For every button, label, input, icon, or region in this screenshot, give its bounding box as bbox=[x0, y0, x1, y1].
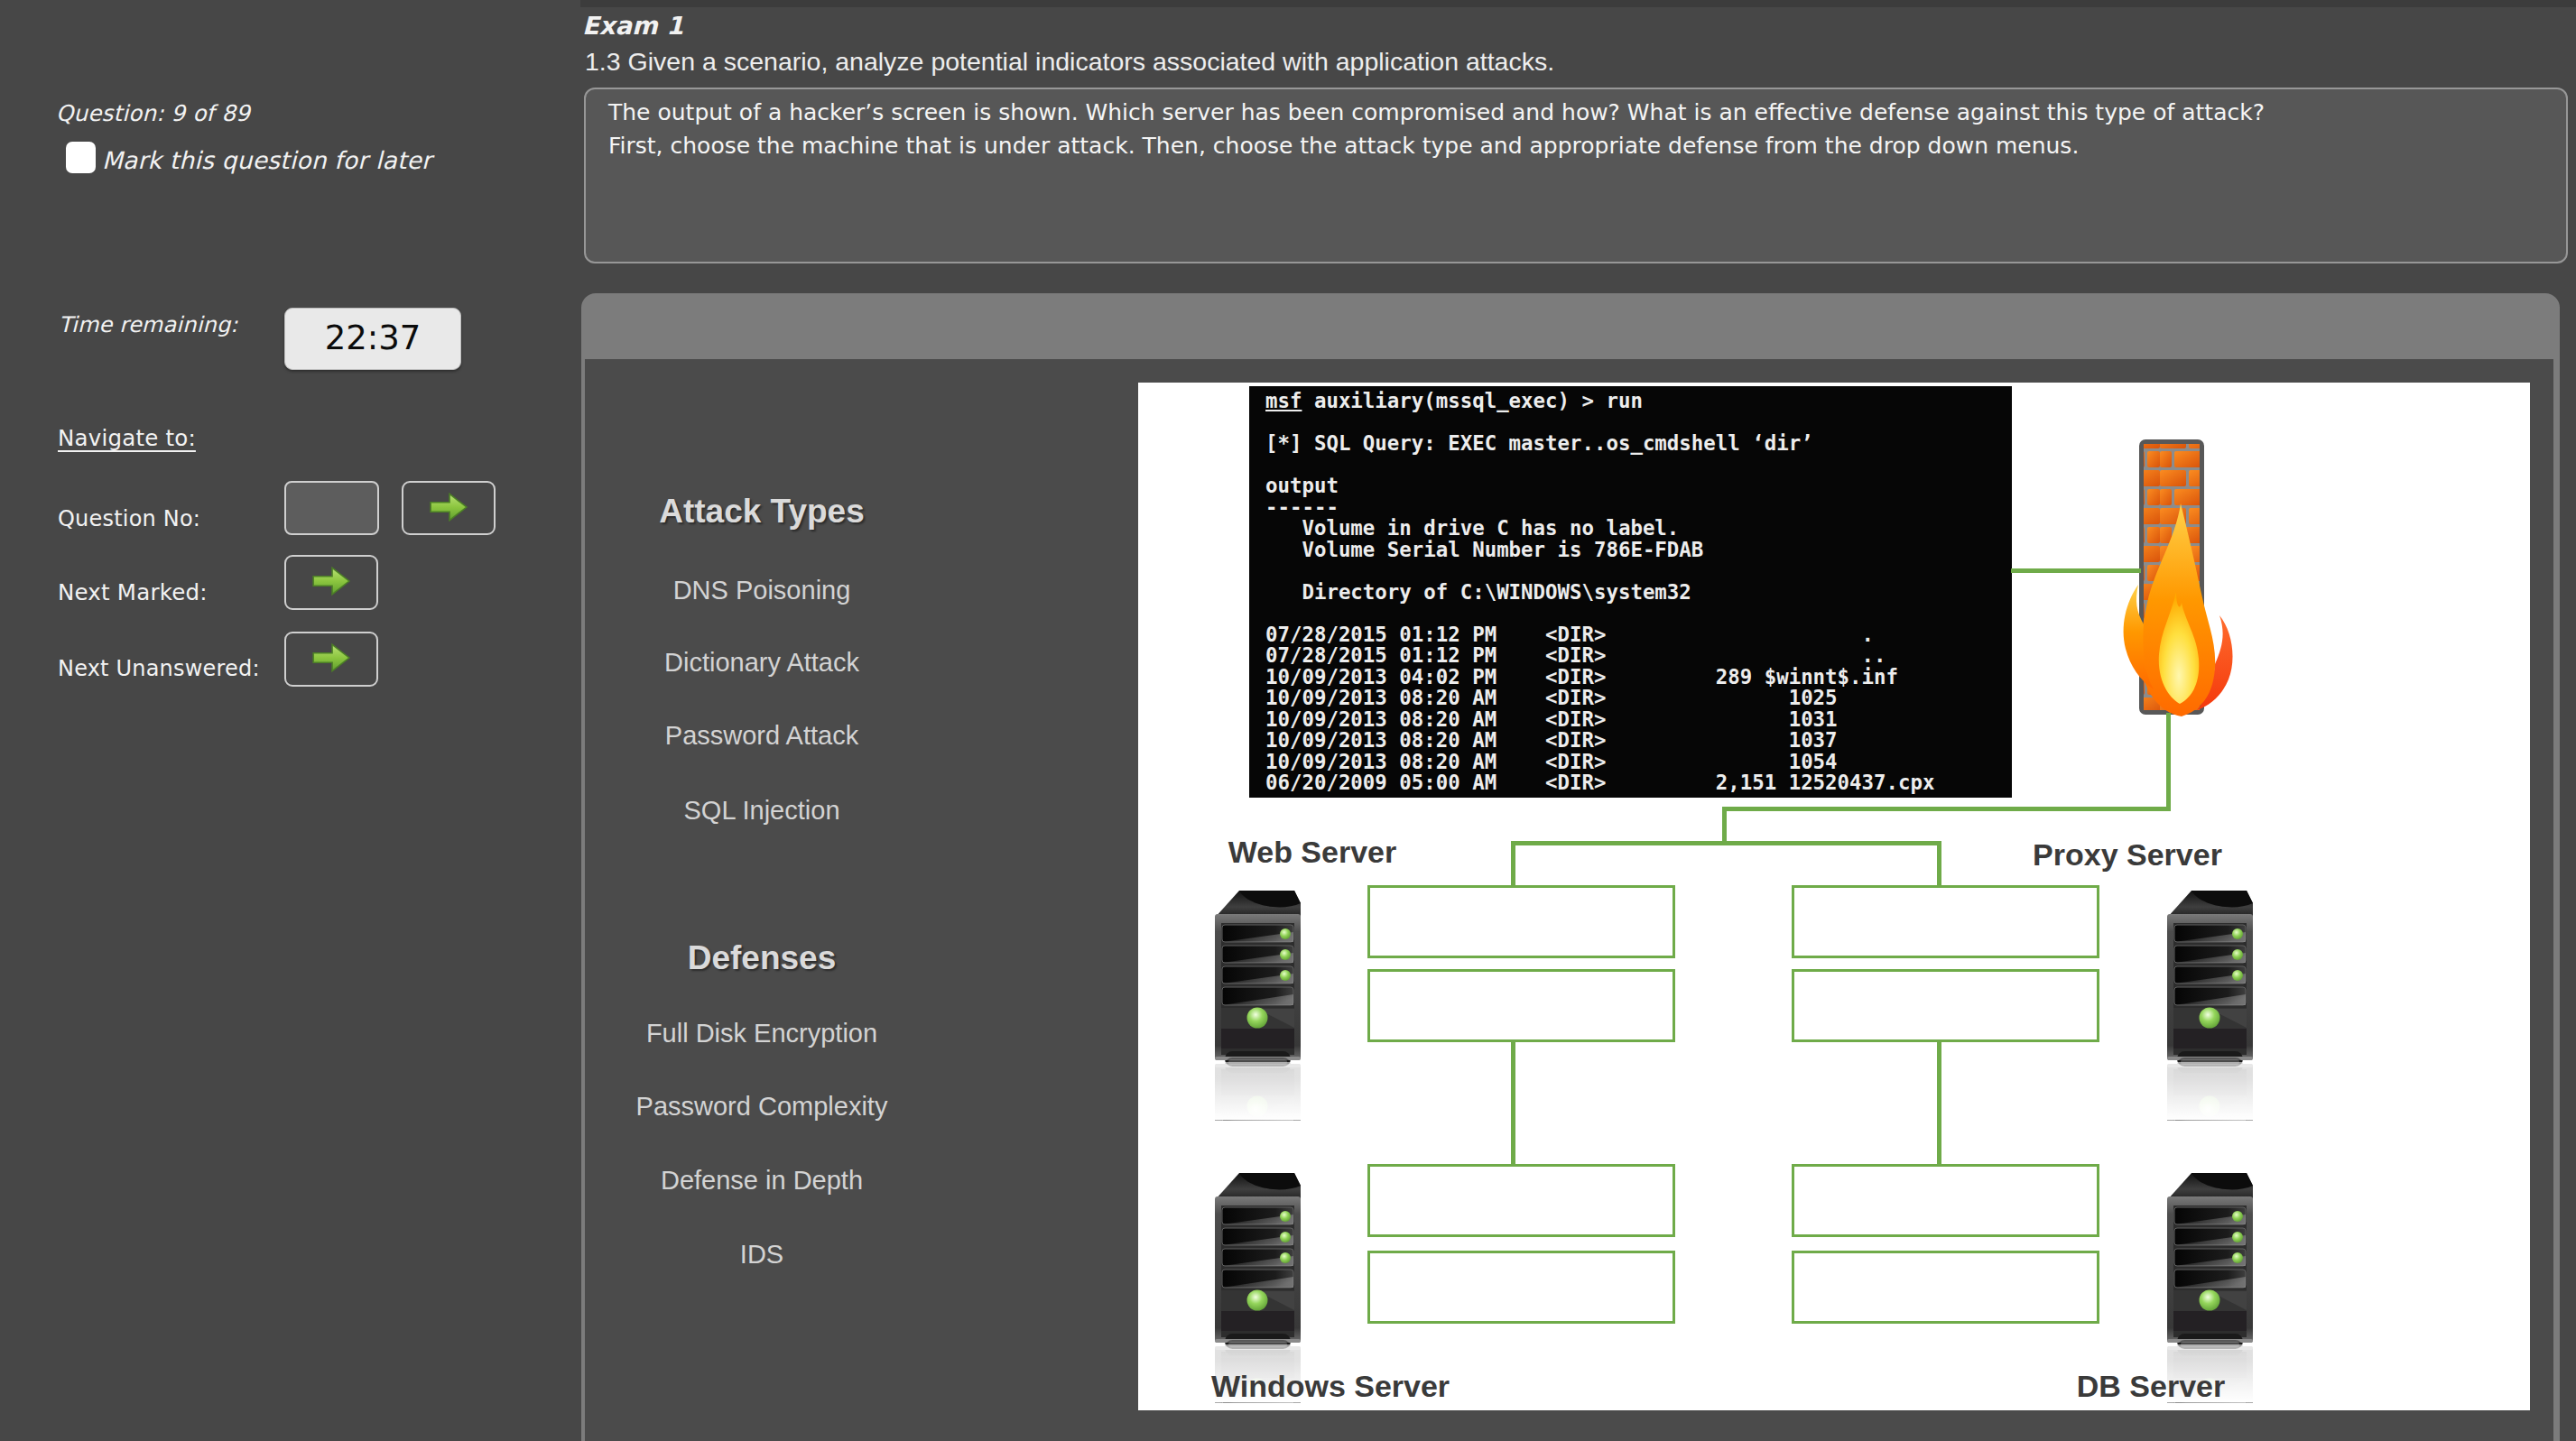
green-arrow-right-icon bbox=[310, 564, 352, 601]
question-text-box: The output of a hacker’s screen is shown… bbox=[584, 88, 2568, 263]
terminal-command: auxiliary(mssql_exec) > run bbox=[1302, 389, 1642, 412]
connector-drop-right bbox=[1937, 841, 1941, 888]
connector-junction-stub bbox=[1722, 807, 1727, 845]
drop-target-web-attack[interactable] bbox=[1367, 885, 1675, 958]
drop-target-windows-defense[interactable] bbox=[1367, 1251, 1675, 1324]
drop-target-proxy-defense[interactable] bbox=[1792, 969, 2099, 1042]
windows-server-icon[interactable] bbox=[1210, 1164, 1305, 1403]
hacker-terminal-output: msf auxiliary(mssql_exec) > run [*] SQL … bbox=[1249, 386, 2012, 798]
defense-password-complexity[interactable]: Password Complexity bbox=[585, 1092, 939, 1122]
web-server-icon[interactable] bbox=[1210, 882, 1305, 1121]
connector-horizontal-main bbox=[1722, 807, 2171, 811]
attack-types-heading: Attack Types bbox=[585, 493, 939, 531]
attack-type-dns-poisoning[interactable]: DNS Poisoning bbox=[585, 576, 939, 605]
question-no-input[interactable] bbox=[284, 481, 379, 535]
db-server-icon[interactable] bbox=[2163, 1164, 2257, 1403]
exam-title: Exam 1 bbox=[582, 11, 683, 40]
network-diagram: msf auxiliary(mssql_exec) > run [*] SQL … bbox=[1138, 383, 2530, 1410]
drop-target-web-defense[interactable] bbox=[1367, 969, 1675, 1042]
mark-question-checkbox[interactable] bbox=[66, 142, 96, 173]
next-unanswered-label: Next Unanswered: bbox=[58, 656, 260, 681]
terminal-body: [*] SQL Query: EXEC master..os_cmdshell … bbox=[1265, 412, 2012, 794]
question-text-line1: The output of a hacker’s screen is shown… bbox=[608, 96, 2541, 129]
drop-target-db-defense[interactable] bbox=[1792, 1251, 2099, 1324]
next-unanswered-button[interactable] bbox=[284, 632, 378, 687]
next-marked-label: Next Marked: bbox=[58, 579, 208, 605]
time-remaining-value: 22:37 bbox=[284, 308, 461, 370]
db-server-label: DB Server bbox=[2077, 1369, 2225, 1404]
connector-firewall-down bbox=[2166, 713, 2171, 811]
connector-terminal-to-firewall bbox=[2011, 568, 2141, 573]
exam-objective: 1.3 Given a scenario, analyze potential … bbox=[585, 47, 1554, 77]
question-progress: Question: 9 of 89 bbox=[56, 100, 250, 126]
defense-defense-in-depth[interactable]: Defense in Depth bbox=[585, 1166, 939, 1196]
time-remaining-label: Time remaining: bbox=[59, 312, 238, 337]
mark-question-label: Mark this question for later bbox=[102, 146, 431, 174]
terminal-prompt: msf bbox=[1265, 389, 1302, 412]
exam-app: Question: 9 of 89 Mark this question for… bbox=[0, 0, 2576, 1441]
windows-server-label: Windows Server bbox=[1211, 1369, 1450, 1404]
drop-target-db-attack[interactable] bbox=[1792, 1164, 2099, 1237]
question-no-label: Question No: bbox=[58, 506, 200, 531]
navigate-heading: Navigate to: bbox=[58, 425, 196, 451]
connector-drop-left bbox=[1511, 841, 1515, 888]
proxy-server-icon[interactable] bbox=[2163, 882, 2257, 1121]
question-text-line2: First, choose the machine that is under … bbox=[608, 129, 2541, 162]
top-strip bbox=[580, 0, 2576, 7]
attack-type-password-attack[interactable]: Password Attack bbox=[585, 721, 939, 751]
web-server-label: Web Server bbox=[1228, 835, 1396, 870]
defenses-heading: Defenses bbox=[585, 939, 939, 977]
attack-type-dictionary-attack[interactable]: Dictionary Attack bbox=[585, 648, 939, 678]
firewall-on-fire-icon bbox=[2103, 431, 2243, 725]
green-arrow-right-icon bbox=[428, 490, 469, 527]
defense-full-disk-encryption[interactable]: Full Disk Encryption bbox=[585, 1019, 939, 1048]
attack-type-sql-injection[interactable]: SQL Injection bbox=[585, 796, 939, 826]
connector-mid-left bbox=[1511, 1042, 1515, 1166]
drop-target-windows-attack[interactable] bbox=[1367, 1164, 1675, 1237]
connector-split bbox=[1511, 841, 1941, 845]
question-no-go-button[interactable] bbox=[402, 481, 496, 535]
green-arrow-right-icon bbox=[310, 641, 352, 678]
next-marked-button[interactable] bbox=[284, 555, 378, 610]
drop-target-proxy-attack[interactable] bbox=[1792, 885, 2099, 958]
proxy-server-label: Proxy Server bbox=[2033, 837, 2222, 873]
defense-ids[interactable]: IDS bbox=[585, 1240, 939, 1270]
connector-mid-right bbox=[1937, 1042, 1941, 1166]
